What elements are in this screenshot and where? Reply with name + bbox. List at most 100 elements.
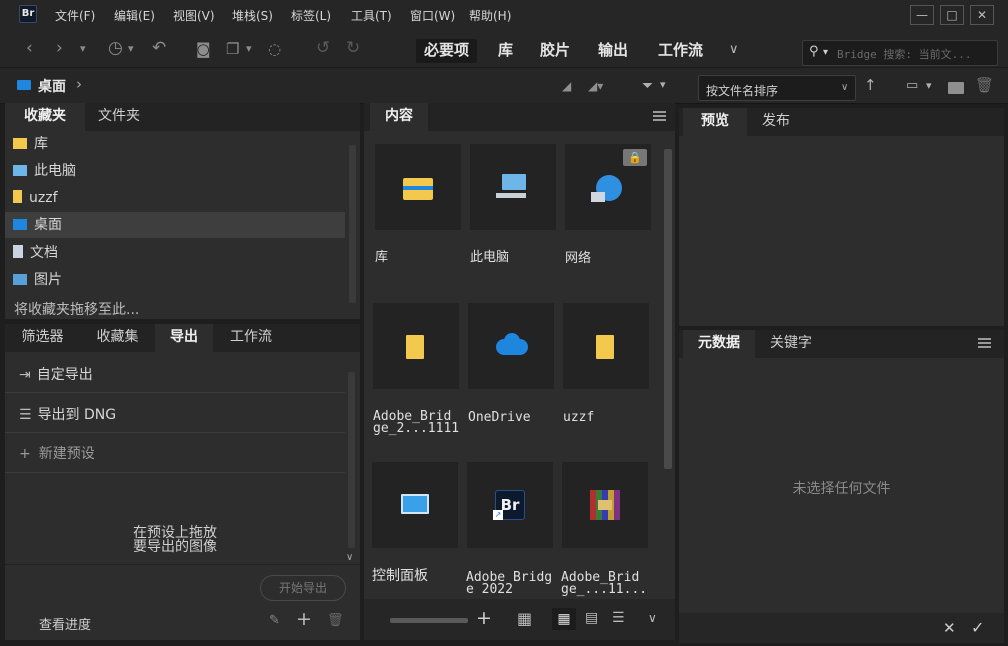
menu-window[interactable]: 窗口(W) (410, 7, 455, 24)
cancel-x-icon[interactable]: ✕ (943, 619, 956, 637)
workspace-libraries[interactable]: 库 (490, 39, 521, 63)
chevron-down-icon[interactable]: ▾ (80, 42, 86, 55)
zoom-in-plus-icon[interactable]: + (476, 607, 492, 629)
favorites-item-pictures[interactable]: 图片 (13, 267, 353, 293)
chevron-down-icon[interactable]: ∨ (648, 611, 657, 625)
minimize-icon[interactable]: — (910, 5, 934, 25)
scroll-down-icon[interactable]: ∨ (346, 552, 353, 563)
return-boomerang-icon[interactable]: ↶ (152, 38, 166, 58)
menu-label[interactable]: 标签(L) (291, 7, 331, 24)
document-icon (13, 245, 23, 258)
search-input[interactable]: ⚲ ▾ Bridge 搜索: 当前文... (802, 40, 998, 66)
menu-file[interactable]: 文件(F) (55, 7, 95, 24)
thumbnail-adobe-bridge-folder[interactable] (373, 303, 459, 389)
tab-preview[interactable]: 预览 (683, 108, 747, 136)
view-progress-link[interactable]: 查看进度 (39, 614, 91, 633)
filter-funnel-icon[interactable]: ⏷ (642, 78, 653, 94)
thumbnail-size-slider[interactable] (390, 618, 468, 623)
content-scrollbar[interactable] (664, 149, 672, 469)
search-placeholder: Bridge 搜索: 当前文... (837, 48, 972, 61)
export-custom-row[interactable]: ⇥ 自定导出 (19, 364, 93, 384)
tab-export[interactable]: 导出 (155, 324, 213, 352)
chevron-down-icon[interactable]: ▾ (660, 78, 666, 91)
forward-arrow-icon[interactable]: › (56, 38, 63, 58)
panel-menu-icon[interactable] (653, 111, 666, 121)
workspace-more-chevron-icon[interactable]: ∨ (729, 42, 739, 57)
favorites-item-uzzf[interactable]: uzzf (13, 185, 353, 211)
grid-view-icon[interactable]: ▦ (517, 609, 532, 628)
thumbnail-control-panel[interactable] (372, 462, 458, 548)
tab-folders[interactable]: 文件夹 (85, 103, 153, 131)
search-icon[interactable]: ⚲ (809, 44, 819, 59)
thumbnail-adobe-bridge-2022[interactable]: Br ↗ (467, 462, 553, 548)
workspace-output[interactable]: 输出 (590, 39, 636, 63)
thumbnail-network[interactable]: 🔒 (565, 144, 651, 230)
thumbnail-this-pc[interactable] (470, 144, 556, 230)
thumbnail-uzzf[interactable] (563, 303, 649, 389)
rotate-left-icon[interactable]: ↺ (316, 38, 330, 58)
tab-content[interactable]: 内容 (370, 103, 428, 131)
apply-check-icon[interactable]: ✓ (971, 618, 984, 637)
back-arrow-icon[interactable]: ‹ (26, 38, 33, 58)
favorites-scrollbar[interactable] (349, 145, 356, 303)
thumbnail-view-icon[interactable]: ▦ (552, 608, 576, 630)
workspace-essentials[interactable]: 必要项 (416, 39, 478, 63)
chevron-down-icon[interactable]: ▾ (246, 42, 252, 55)
menu-tools[interactable]: 工具(T) (351, 7, 392, 24)
tab-filter[interactable]: 筛选器 (5, 324, 80, 352)
favorites-item-label: uzzf (29, 190, 58, 206)
control-panel-icon (401, 494, 429, 514)
new-folder-icon[interactable] (948, 82, 964, 94)
tab-metadata[interactable]: 元数据 (683, 330, 755, 358)
maximize-icon[interactable]: □ (940, 5, 964, 25)
chevron-down-icon[interactable]: ▾ (926, 79, 932, 92)
export-scrollbar[interactable] (348, 372, 355, 548)
quality-icon[interactable]: ◢ (562, 79, 571, 93)
tab-workflow[interactable]: 工作流 (213, 324, 289, 352)
recent-history-icon[interactable]: ◷ (108, 38, 123, 58)
recent-folder-icon[interactable]: ▭ (906, 78, 918, 93)
breadcrumb-desktop[interactable]: 桌面 (38, 76, 66, 96)
favorites-item-this-pc[interactable]: 此电脑 (13, 158, 353, 184)
divider (5, 564, 360, 565)
rating-filter-icon[interactable]: ◢▾ (588, 79, 603, 93)
thumbnail-library[interactable] (375, 144, 461, 230)
sort-ascending-arrow-icon[interactable]: ↑ (864, 76, 877, 94)
list-view-icon[interactable]: ☰ (612, 610, 625, 626)
tab-publish[interactable]: 发布 (747, 108, 805, 136)
panel-menu-icon[interactable] (978, 338, 991, 348)
edit-pencil-icon[interactable]: ✎ (269, 613, 280, 628)
refine-icon[interactable]: ❐ (226, 40, 239, 58)
details-view-icon[interactable]: ▤ (585, 610, 598, 626)
delete-trash-icon[interactable]: 🗑 (327, 613, 344, 628)
menu-stack[interactable]: 堆栈(S) (232, 7, 273, 24)
thumbnail-winrar-archive[interactable] (562, 462, 648, 548)
add-plus-icon[interactable]: + (296, 608, 312, 630)
open-camera-raw-icon[interactable]: ◌ (268, 40, 281, 58)
divider (5, 472, 345, 473)
workspace-workflow[interactable]: 工作流 (650, 39, 711, 63)
delete-trash-icon[interactable]: 🗑 (975, 76, 994, 94)
chevron-down-icon[interactable]: ▾ (823, 47, 828, 58)
export-dng-row[interactable]: ☰ 导出到 DNG (19, 404, 116, 424)
workspace-filmstrip[interactable]: 胶片 (532, 39, 578, 63)
tab-keywords[interactable]: 关键字 (755, 330, 827, 358)
close-icon[interactable]: ✕ (970, 5, 994, 25)
rotate-right-icon[interactable]: ↻ (346, 38, 360, 58)
tab-collections[interactable]: 收藏集 (80, 324, 155, 352)
favorites-item-documents[interactable]: 文档 (13, 240, 353, 266)
favorites-item-library[interactable]: 库 (13, 131, 353, 157)
favorites-item-desktop[interactable]: 桌面 (5, 212, 345, 238)
start-export-button[interactable]: 开始导出 (260, 575, 346, 601)
new-preset-row[interactable]: + 新建预设 (19, 443, 95, 463)
menu-edit[interactable]: 编辑(E) (114, 7, 155, 24)
thumbnail-onedrive[interactable] (468, 303, 554, 389)
tab-favorites[interactable]: 收藏夹 (5, 103, 85, 131)
chevron-down-icon[interactable]: ▾ (128, 42, 134, 55)
sort-dropdown[interactable]: 按文件名排序 ∨ (698, 75, 856, 101)
camera-import-icon[interactable]: ◙ (196, 40, 211, 58)
menu-view[interactable]: 视图(V) (173, 7, 215, 24)
chevron-down-icon[interactable]: ∨ (841, 82, 848, 93)
breadcrumb-separator[interactable]: › (76, 75, 82, 93)
menu-help[interactable]: 帮助(H) (469, 7, 511, 24)
